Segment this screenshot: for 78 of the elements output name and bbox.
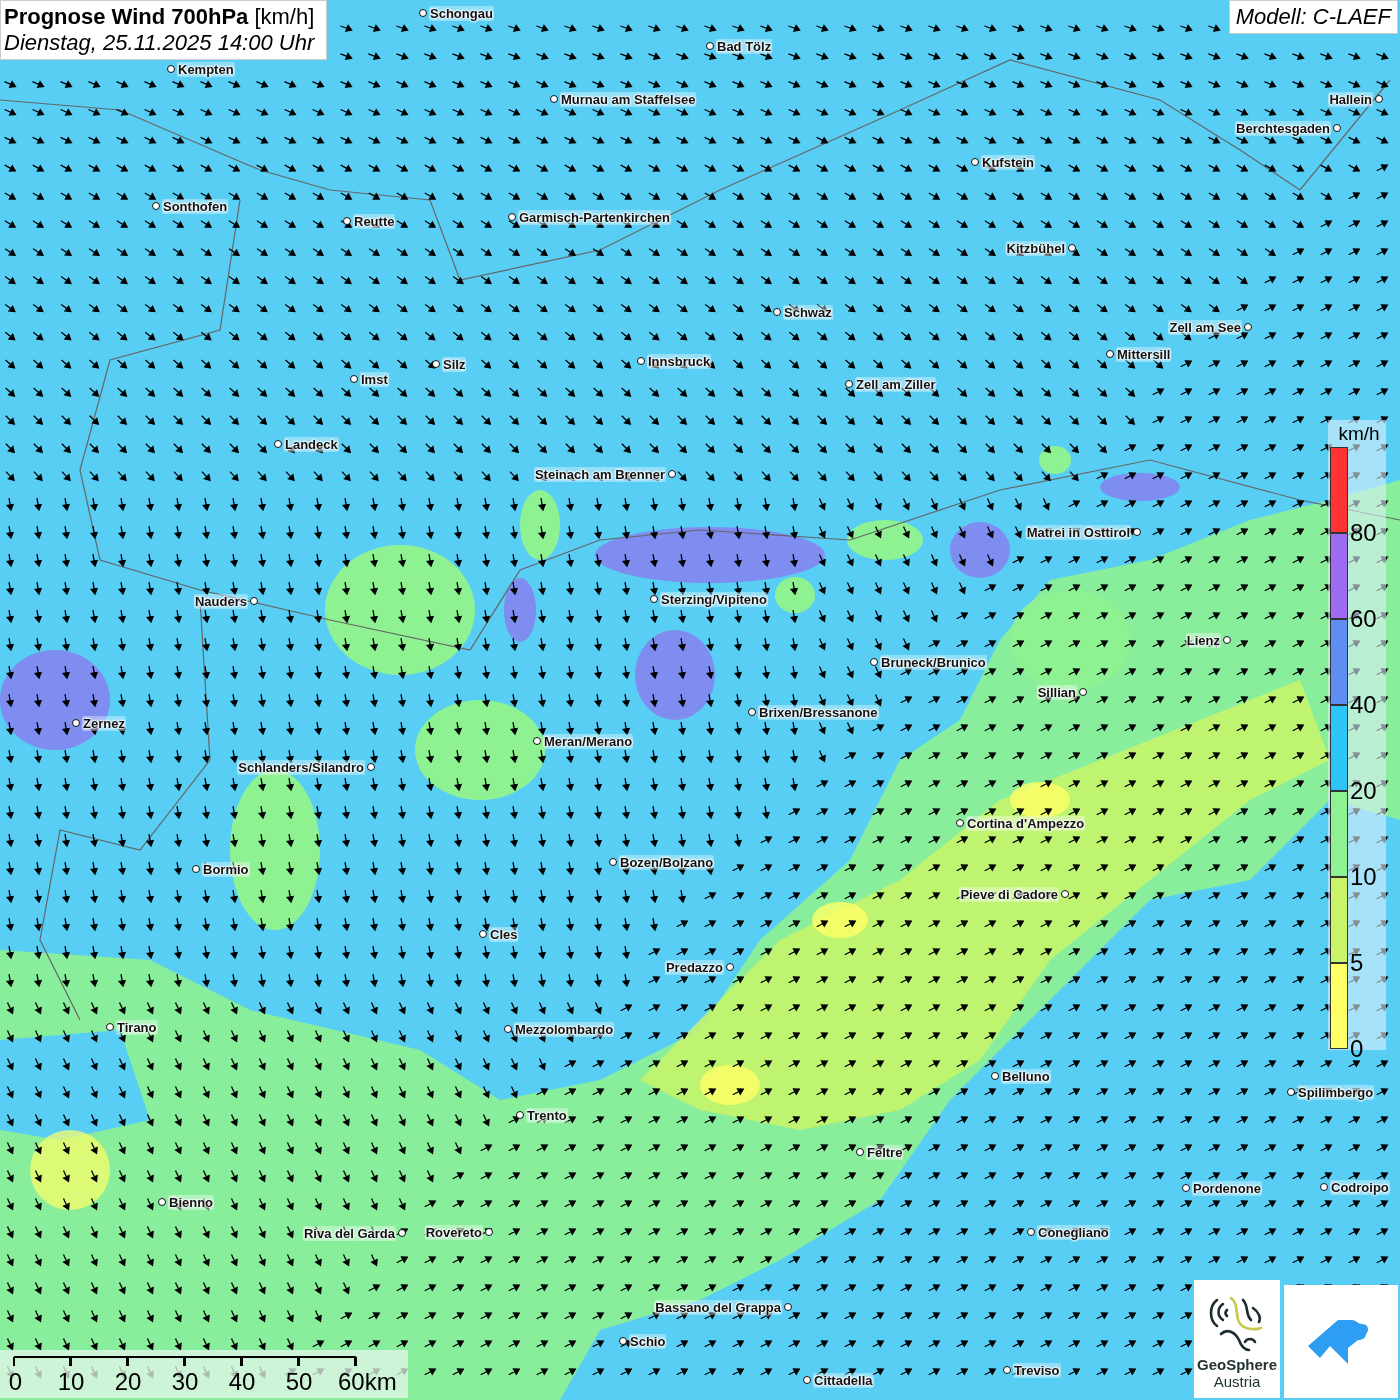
city-marker-icon — [619, 1337, 627, 1345]
city-marker-icon — [398, 1229, 406, 1237]
city-marker-icon — [343, 217, 351, 225]
city-label: Feltre — [866, 1144, 904, 1160]
city-marker-icon — [72, 719, 80, 727]
legend-label: 40 — [1350, 693, 1377, 717]
city-marker-icon — [1244, 323, 1252, 331]
city-marker-icon — [784, 1303, 792, 1311]
city-marker-icon — [274, 440, 282, 448]
city-marker-icon — [609, 858, 617, 866]
city-marker-icon — [1003, 1366, 1011, 1374]
scale-label: 60km — [338, 1368, 397, 1396]
city-marker-icon — [152, 202, 160, 210]
legend-unit: km/h — [1337, 422, 1381, 446]
scale-label: 20 — [114, 1368, 142, 1396]
city-marker-icon — [432, 360, 440, 368]
city-marker-icon — [1375, 95, 1383, 103]
city-marker-icon — [1068, 244, 1076, 252]
city-marker-icon — [803, 1376, 811, 1384]
city-marker-icon — [1133, 528, 1141, 536]
city-marker-icon — [1333, 124, 1341, 132]
city-marker-icon — [504, 1025, 512, 1033]
city-marker-icon — [748, 708, 756, 716]
city-marker-icon — [550, 95, 558, 103]
map-title: Prognose Wind 700hPa [km/h] — [4, 4, 315, 30]
city-marker-icon — [706, 42, 714, 50]
contour-logo-icon — [1209, 1294, 1265, 1354]
legend-label: 10 — [1350, 865, 1377, 889]
city-label: Schwaz — [783, 304, 833, 320]
scale-label: 50 — [285, 1368, 313, 1396]
city-marker-icon — [516, 1111, 524, 1119]
city-marker-icon — [1223, 636, 1231, 644]
legend-label: 0 — [1350, 1037, 1364, 1061]
forecast-time: Dienstag, 25.11.2025 14:00 Uhr — [4, 30, 315, 56]
city-marker-icon — [991, 1072, 999, 1080]
city-marker-icon — [668, 470, 676, 478]
city-marker-icon — [650, 595, 658, 603]
city-marker-icon — [192, 865, 200, 873]
city-marker-icon — [1106, 350, 1114, 358]
city-marker-icon — [367, 763, 375, 771]
city-marker-icon — [167, 65, 175, 73]
city-marker-icon — [485, 1228, 493, 1236]
city-marker-icon — [1027, 1228, 1035, 1236]
city-marker-icon — [1061, 890, 1069, 898]
scale-label: 10 — [57, 1368, 85, 1396]
logo-subtitle: Austria — [1213, 1373, 1261, 1390]
city-marker-icon — [773, 308, 781, 316]
scale-label: 30 — [171, 1368, 199, 1396]
legend-label: 20 — [1350, 779, 1377, 803]
city-marker-icon — [1320, 1183, 1328, 1191]
city-marker-icon — [971, 158, 979, 166]
city-marker-icon — [845, 380, 853, 388]
legend-label: 5 — [1350, 951, 1364, 975]
city-marker-icon — [1287, 1088, 1295, 1096]
scale-label: 40 — [228, 1368, 256, 1396]
city-marker-icon — [637, 357, 645, 365]
city-marker-icon — [956, 819, 964, 827]
city-marker-icon — [106, 1023, 114, 1031]
city-marker-icon — [350, 375, 358, 383]
model-label: Modell: C-LAEF — [1228, 0, 1398, 34]
city-label: Trento — [526, 1107, 568, 1123]
logo-name: GeoSphere — [1197, 1356, 1277, 1373]
city-marker-icon — [856, 1148, 864, 1156]
city-marker-icon — [250, 597, 258, 605]
city-label: Treviso — [1013, 1362, 1061, 1378]
city-marker-icon — [726, 963, 734, 971]
city-marker-icon — [158, 1198, 166, 1206]
city-marker-icon — [419, 9, 427, 17]
city-marker-icon — [508, 213, 516, 221]
city-label: Tirano — [116, 1019, 158, 1035]
city-marker-icon — [870, 658, 878, 666]
city-marker-icon — [533, 737, 541, 745]
city-marker-icon — [479, 930, 487, 938]
scale-label: 0 — [8, 1368, 22, 1396]
legend-label: 60 — [1350, 607, 1377, 631]
city-marker-icon — [1079, 688, 1087, 696]
city-marker-icon — [1182, 1184, 1190, 1192]
legend-label: 80 — [1350, 521, 1377, 545]
